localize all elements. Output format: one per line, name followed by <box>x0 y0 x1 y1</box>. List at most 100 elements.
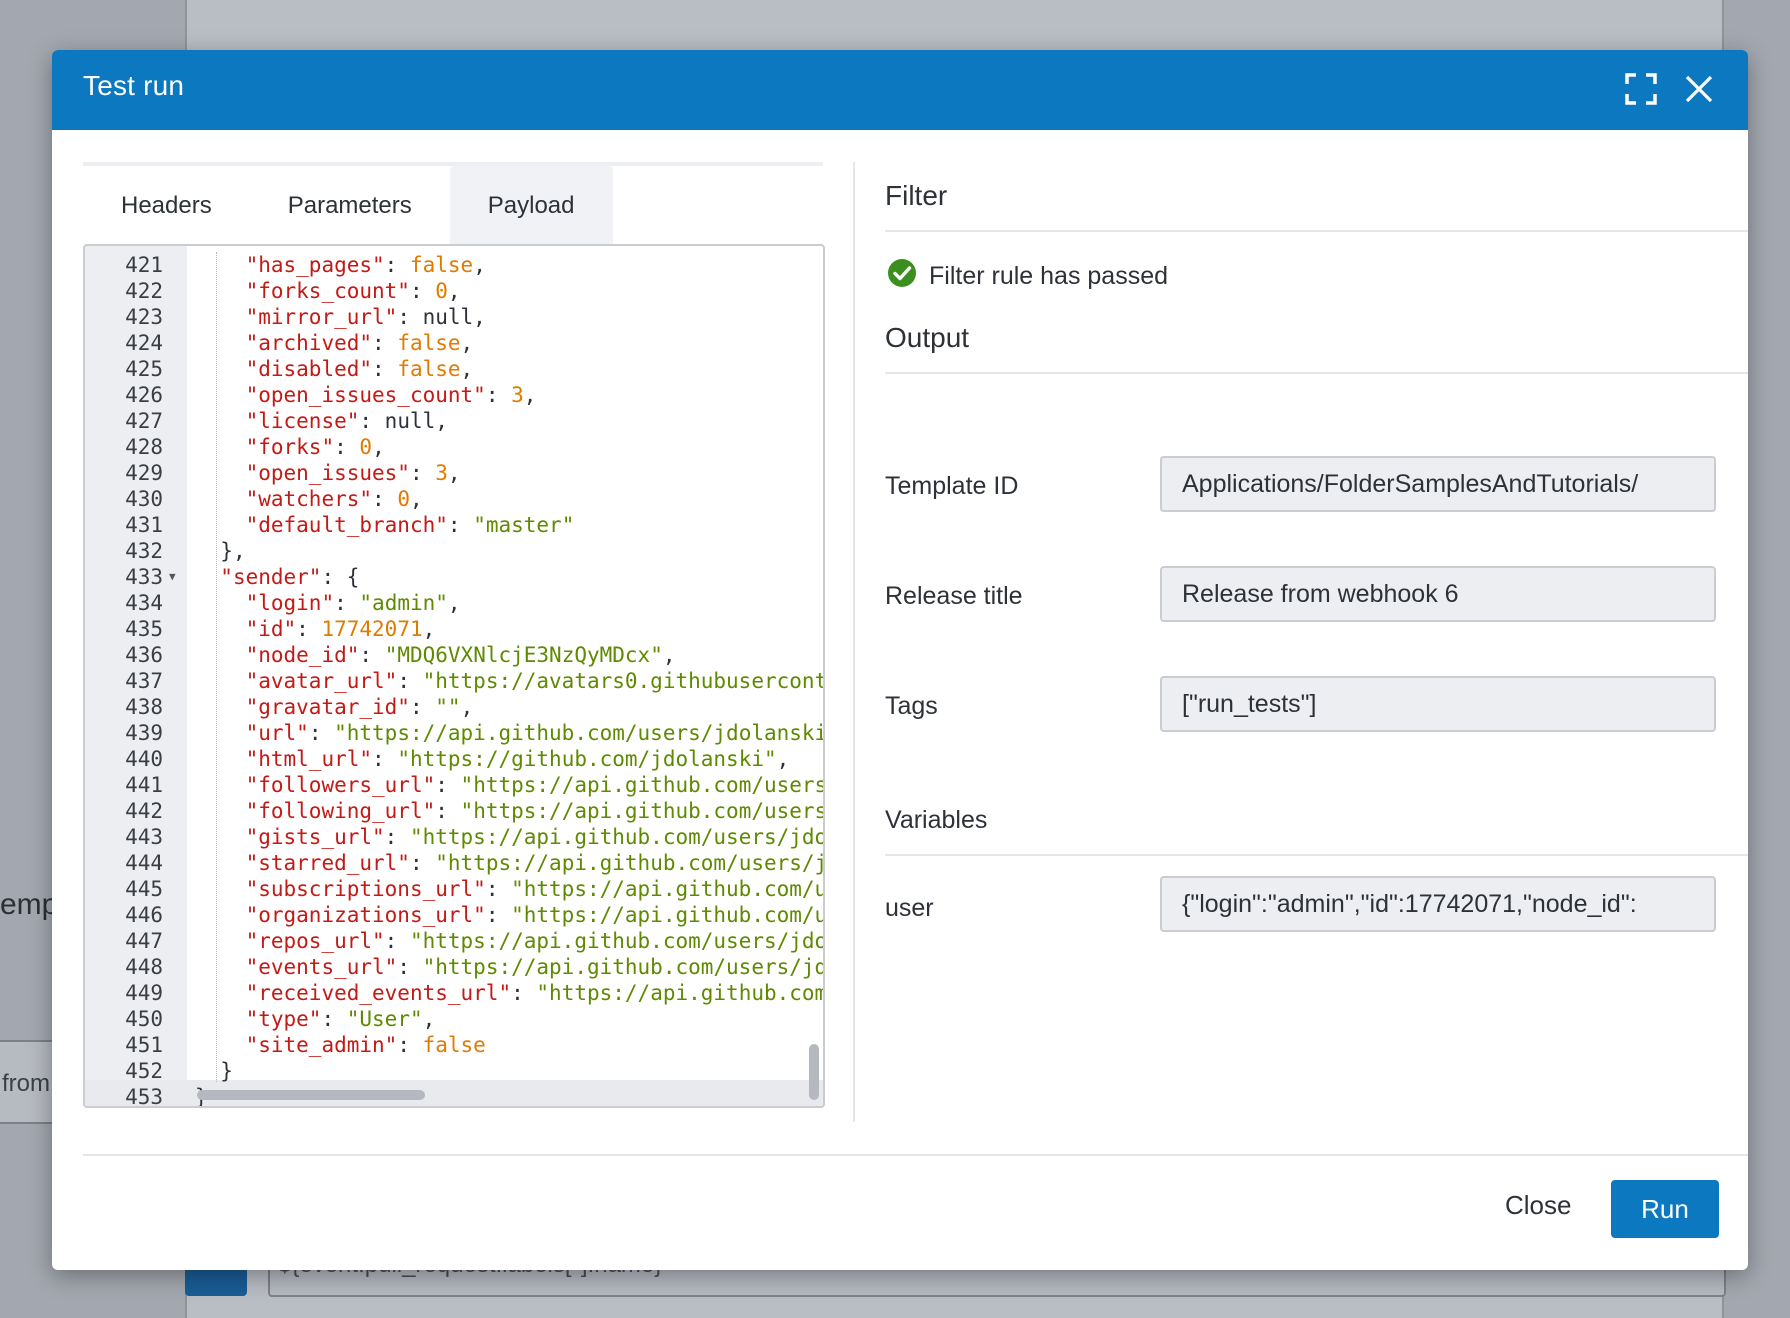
line-text: "url": "https://api.github.com/users/jdo… <box>245 721 825 745</box>
variable-user-label: user <box>885 894 934 922</box>
filter-status: Filter rule has passed <box>887 258 1168 295</box>
line-text: "forks_count": 0, <box>245 279 461 303</box>
line-number: 423 <box>125 305 163 329</box>
tab-bar: Headers Parameters Payload <box>83 166 823 246</box>
code-line: 431 "default_branch": "master" <box>85 512 823 538</box>
close-icon[interactable] <box>1682 72 1716 106</box>
test-run-dialog: Test run Headers Parameters Payload 421 … <box>52 50 1748 1270</box>
line-number: 427 <box>125 409 163 433</box>
code-line: 433 ▼ "sender": { <box>85 564 823 590</box>
background-input-text: from <box>2 1070 50 1097</box>
template-id-label: Template ID <box>885 472 1019 500</box>
line-text: "login": "admin", <box>245 591 461 615</box>
code-line: 444 "starred_url": "https://api.github.c… <box>85 850 823 876</box>
code-line: 441 "followers_url": "https://api.github… <box>85 772 823 798</box>
release-title-field[interactable]: Release from webhook 6 <box>1160 566 1716 622</box>
tags-field[interactable]: ["run_tests"] <box>1160 676 1716 732</box>
variables-title: Variables <box>885 806 988 834</box>
variables-divider <box>885 854 1748 856</box>
line-text: "watchers": 0, <box>245 487 423 511</box>
release-title-label: Release title <box>885 582 1023 610</box>
code-line: 445 "subscriptions_url": "https://api.gi… <box>85 876 823 902</box>
panel-divider <box>853 162 855 1122</box>
tab-parameters[interactable]: Parameters <box>250 166 450 246</box>
check-circle-icon <box>887 258 917 295</box>
line-number: 435 <box>125 617 163 641</box>
close-button[interactable]: Close <box>1505 1180 1571 1231</box>
code-line: 453} <box>85 1084 823 1108</box>
variable-user-field[interactable]: {"login":"admin","id":17742071,"node_id"… <box>1160 876 1716 932</box>
filter-status-text: Filter rule has passed <box>929 262 1169 290</box>
line-number: 453 <box>125 1085 163 1108</box>
tags-label: Tags <box>885 692 938 720</box>
tab-headers[interactable]: Headers <box>83 166 250 246</box>
line-number: 451 <box>125 1033 163 1057</box>
filter-divider <box>885 230 1748 232</box>
code-line: 429 "open_issues": 3, <box>85 460 823 486</box>
line-number: 421 <box>125 253 163 277</box>
code-line: 452 } <box>85 1058 823 1084</box>
expand-icon[interactable] <box>1624 72 1658 106</box>
run-button[interactable]: Run <box>1611 1180 1719 1238</box>
line-number: 436 <box>125 643 163 667</box>
line-text: "gravatar_id": "", <box>245 695 474 719</box>
line-number: 440 <box>125 747 163 771</box>
dialog-header: Test run <box>52 50 1748 130</box>
line-text: "html_url": "https://github.com/jdolansk… <box>245 747 790 771</box>
tab-payload[interactable]: Payload <box>449 166 613 246</box>
line-number: 441 <box>125 773 163 797</box>
code-line: 451 "site_admin": false <box>85 1032 823 1058</box>
line-text: "gists_url": "https://api.github.com/use… <box>245 825 823 849</box>
line-number: 426 <box>125 383 163 407</box>
line-number: 447 <box>125 929 163 953</box>
line-number: 431 <box>125 513 163 537</box>
payload-panel: Headers Parameters Payload 421 "has_page… <box>83 162 825 1117</box>
line-text: "repos_url": "https://api.github.com/use… <box>245 929 823 953</box>
line-text: "organizations_url": "https://api.github… <box>245 903 823 927</box>
code-line: 426 "open_issues_count": 3, <box>85 382 823 408</box>
line-number: 433 <box>125 565 163 589</box>
code-line: 448 "events_url": "https://api.github.co… <box>85 954 823 980</box>
output-title: Output <box>885 322 970 353</box>
code-line: 449 "received_events_url": "https://api.… <box>85 980 823 1006</box>
line-number: 428 <box>125 435 163 459</box>
line-number: 443 <box>125 825 163 849</box>
line-text: "sender": { <box>220 565 360 589</box>
line-text: "starred_url": "https://api.github.com/u… <box>245 851 823 875</box>
code-line: 437 "avatar_url": "https://avatars0.gith… <box>85 668 823 694</box>
line-number: 434 <box>125 591 163 615</box>
line-text: }, <box>220 539 246 563</box>
code-line: 439 "url": "https://api.github.com/users… <box>85 720 823 746</box>
line-text: "avatar_url": "https://avatars0.githubus… <box>245 669 825 693</box>
line-number: 424 <box>125 331 163 355</box>
line-number: 450 <box>125 1007 163 1031</box>
line-text: "has_pages": false, <box>245 253 486 277</box>
line-number: 437 <box>125 669 163 693</box>
line-number: 430 <box>125 487 163 511</box>
code-line: 443 "gists_url": "https://api.github.com… <box>85 824 823 850</box>
code-lines: 421 "has_pages": false, 422 "forks_count"… <box>85 252 823 1108</box>
line-number: 432 <box>125 539 163 563</box>
line-number: 425 <box>125 357 163 381</box>
json-editor[interactable]: 421 "has_pages": false, 422 "forks_count"… <box>83 244 825 1108</box>
code-line: 432 }, <box>85 538 823 564</box>
line-text: "received_events_url": "https://api.gith… <box>245 981 823 1005</box>
code-line: 447 "repos_url": "https://api.github.com… <box>85 928 823 954</box>
code-line: 446 "organizations_url": "https://api.gi… <box>85 902 823 928</box>
template-id-field[interactable]: Applications/FolderSamplesAndTutorials/ <box>1160 456 1716 512</box>
vertical-scrollbar[interactable] <box>809 1044 819 1100</box>
fold-toggle-icon[interactable]: ▼ <box>169 564 176 590</box>
line-text: "site_admin": false <box>245 1033 486 1057</box>
line-number: 452 <box>125 1059 163 1083</box>
code-line: 430 "watchers": 0, <box>85 486 823 512</box>
code-line: 436 "node_id": "MDQ6VXNlcjE3NzQyMDcx", <box>85 642 823 668</box>
line-text: "open_issues": 3, <box>245 461 461 485</box>
line-number: 438 <box>125 695 163 719</box>
line-text: } <box>220 1059 233 1083</box>
background-label-fragment: emp <box>0 888 59 921</box>
line-text: "subscriptions_url": "https://api.github… <box>245 877 825 901</box>
horizontal-scrollbar[interactable] <box>197 1090 425 1100</box>
code-line: 434 "login": "admin", <box>85 590 823 616</box>
code-line: 421 "has_pages": false, <box>85 252 823 278</box>
line-text: "default_branch": "master" <box>245 513 575 537</box>
